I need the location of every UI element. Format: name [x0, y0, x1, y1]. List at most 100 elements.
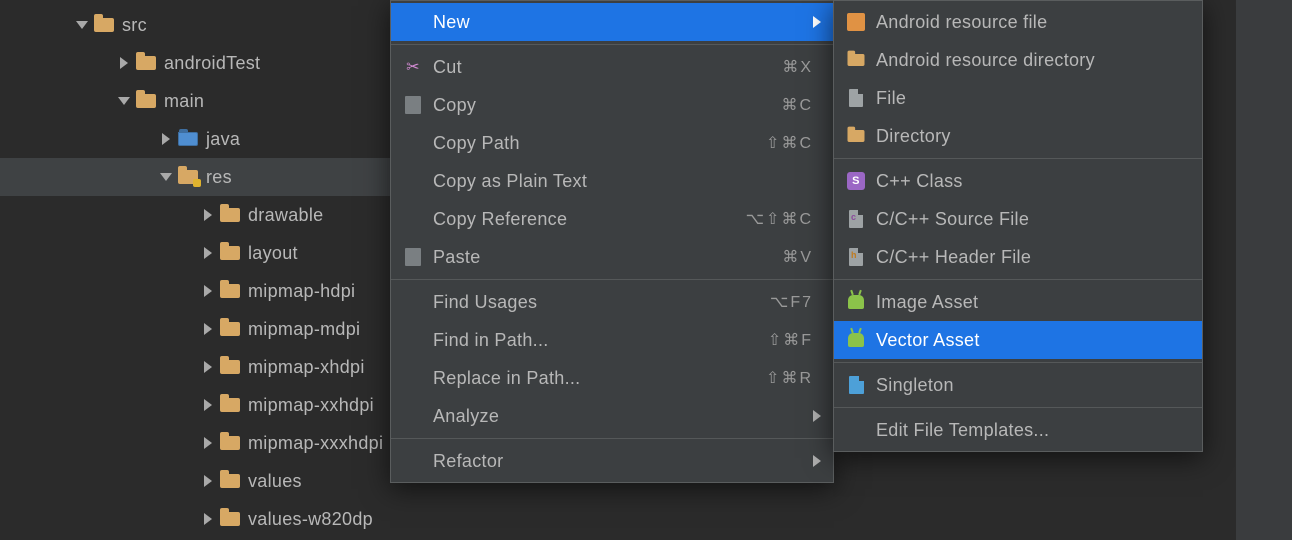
submenu-item-singleton[interactable]: Singleton	[834, 366, 1202, 404]
submenu-item-c-c-source-file[interactable]: c C/C++ Source File	[834, 200, 1202, 238]
tree-item-mipmap-hdpi[interactable]: mipmap-hdpi	[0, 272, 400, 310]
tree-item-label: mipmap-xxxhdpi	[248, 433, 383, 454]
folder-icon	[220, 322, 240, 336]
project-tree[interactable]: src androidTest main java res drawable layout m…	[0, 0, 400, 538]
tree-item-label: mipmap-mdpi	[248, 319, 360, 340]
folder-icon	[220, 398, 240, 412]
folder-icon	[136, 56, 156, 70]
chevron-right-icon	[813, 16, 821, 28]
submenu-item-directory[interactable]: Directory	[834, 117, 1202, 155]
menu-item-label: Paste	[433, 247, 782, 268]
menu-item-label: New	[433, 12, 813, 33]
context-menu[interactable]: New✂Cut⌘XCopy⌘CCopy Path⇧⌘CCopy as Plain…	[390, 0, 834, 483]
folder-icon	[220, 246, 240, 260]
menu-item-find-in-path[interactable]: Find in Path...⇧⌘F	[391, 321, 833, 359]
tree-item-label: mipmap-hdpi	[248, 281, 355, 302]
menu-separator	[834, 158, 1202, 159]
menu-item-label: Find Usages	[433, 292, 770, 313]
tree-item-androidtest[interactable]: androidTest	[0, 44, 400, 82]
menu-item-copy-reference[interactable]: Copy Reference⌥⇧⌘C	[391, 200, 833, 238]
submenu-item-file[interactable]: File	[834, 79, 1202, 117]
submenu-item-label: Singleton	[876, 375, 1192, 396]
menu-item-analyze[interactable]: Analyze	[391, 397, 833, 435]
menu-item-label: Replace in Path...	[433, 368, 766, 389]
tree-item-label: java	[206, 129, 240, 150]
menu-item-refactor[interactable]: Refactor	[391, 442, 833, 480]
folder-icon	[220, 474, 240, 488]
tree-item-mipmap-mdpi[interactable]: mipmap-mdpi	[0, 310, 400, 348]
chevron-right-icon	[204, 247, 212, 259]
submenu-item-label: Android resource directory	[876, 50, 1192, 71]
folder-icon	[848, 130, 865, 142]
menu-item-paste[interactable]: Paste⌘V	[391, 238, 833, 276]
tree-item-src[interactable]: src	[0, 6, 400, 44]
chevron-right-icon	[204, 437, 212, 449]
tree-item-mipmap-xxxhdpi[interactable]: mipmap-xxxhdpi	[0, 424, 400, 462]
menu-separator	[834, 279, 1202, 280]
chevron-down-icon	[160, 173, 172, 181]
submenu-item-vector-asset[interactable]: Vector Asset	[834, 321, 1202, 359]
tree-item-label: androidTest	[164, 53, 260, 74]
menu-item-find-usages[interactable]: Find Usages⌥F7	[391, 283, 833, 321]
folder-icon	[94, 18, 114, 32]
tree-item-label: drawable	[248, 205, 323, 226]
menu-item-copy-as-plain-text[interactable]: Copy as Plain Text	[391, 162, 833, 200]
chevron-right-icon	[813, 410, 821, 422]
folder-icon	[220, 512, 240, 526]
chevron-right-icon	[162, 133, 170, 145]
submenu-item-label: C/C++ Source File	[876, 209, 1192, 230]
menu-item-shortcut: ⇧⌘C	[766, 133, 823, 153]
menu-separator	[834, 407, 1202, 408]
tree-item-java[interactable]: java	[0, 120, 400, 158]
submenu-item-c-c-header-file[interactable]: hC/C++ Header File	[834, 238, 1202, 276]
folder-icon	[220, 284, 240, 298]
menu-item-shortcut: ⇧⌘R	[766, 368, 823, 388]
chevron-down-icon	[118, 97, 130, 105]
menu-item-label: Copy	[433, 95, 781, 116]
menu-item-new[interactable]: New	[391, 3, 833, 41]
submenu-item-android-resource-directory[interactable]: Android resource directory	[834, 41, 1202, 79]
chevron-right-icon	[204, 323, 212, 335]
submenu-item-image-asset[interactable]: Image Asset	[834, 283, 1202, 321]
menu-item-shortcut: ⌥F7	[770, 292, 823, 312]
menu-item-label: Copy as Plain Text	[433, 171, 823, 192]
tree-item-mipmap-xhdpi[interactable]: mipmap-xhdpi	[0, 348, 400, 386]
tree-item-res[interactable]: res	[0, 158, 400, 196]
menu-item-shortcut: ⇧⌘F	[768, 330, 823, 350]
menu-item-copy-path[interactable]: Copy Path⇧⌘C	[391, 124, 833, 162]
menu-item-cut[interactable]: ✂Cut⌘X	[391, 48, 833, 86]
chevron-right-icon	[204, 513, 212, 525]
chevron-right-icon	[204, 285, 212, 297]
tree-item-label: layout	[248, 243, 298, 264]
submenu-item-android-resource-file[interactable]: Android resource file	[834, 3, 1202, 41]
chevron-down-icon	[76, 21, 88, 29]
menu-item-label: Refactor	[433, 451, 813, 472]
submenu-item-label: File	[876, 88, 1192, 109]
cpp-file-icon: c	[849, 210, 863, 228]
tree-item-label: res	[206, 167, 232, 188]
folder-icon	[136, 94, 156, 108]
menu-item-copy[interactable]: Copy⌘C	[391, 86, 833, 124]
submenu-item-c-class[interactable]: SC++ Class	[834, 162, 1202, 200]
tree-item-label: mipmap-xhdpi	[248, 357, 365, 378]
tree-item-values[interactable]: values	[0, 462, 400, 500]
submenu-item-edit-file-templates[interactable]: Edit File Templates...	[834, 411, 1202, 449]
folder-res-icon	[178, 170, 198, 184]
file-icon	[849, 89, 863, 107]
chevron-right-icon	[120, 57, 128, 69]
resource-file-icon	[847, 13, 865, 31]
tree-item-values-w820dp[interactable]: values-w820dp	[0, 500, 400, 538]
menu-item-replace-in-path[interactable]: Replace in Path...⇧⌘R	[391, 359, 833, 397]
submenu-item-label: Edit File Templates...	[876, 420, 1192, 441]
submenu-item-label: Image Asset	[876, 292, 1192, 313]
tree-item-drawable[interactable]: drawable	[0, 196, 400, 234]
tree-item-mipmap-xxhdpi[interactable]: mipmap-xxhdpi	[0, 386, 400, 424]
header-file-icon: h	[849, 248, 863, 266]
menu-separator	[391, 44, 833, 45]
menu-item-shortcut: ⌘C	[781, 95, 823, 115]
tree-item-label: mipmap-xxhdpi	[248, 395, 374, 416]
tree-item-layout[interactable]: layout	[0, 234, 400, 272]
tree-item-main[interactable]: main	[0, 82, 400, 120]
folder-icon	[220, 436, 240, 450]
new-submenu[interactable]: Android resource file Android resource di…	[833, 0, 1203, 452]
